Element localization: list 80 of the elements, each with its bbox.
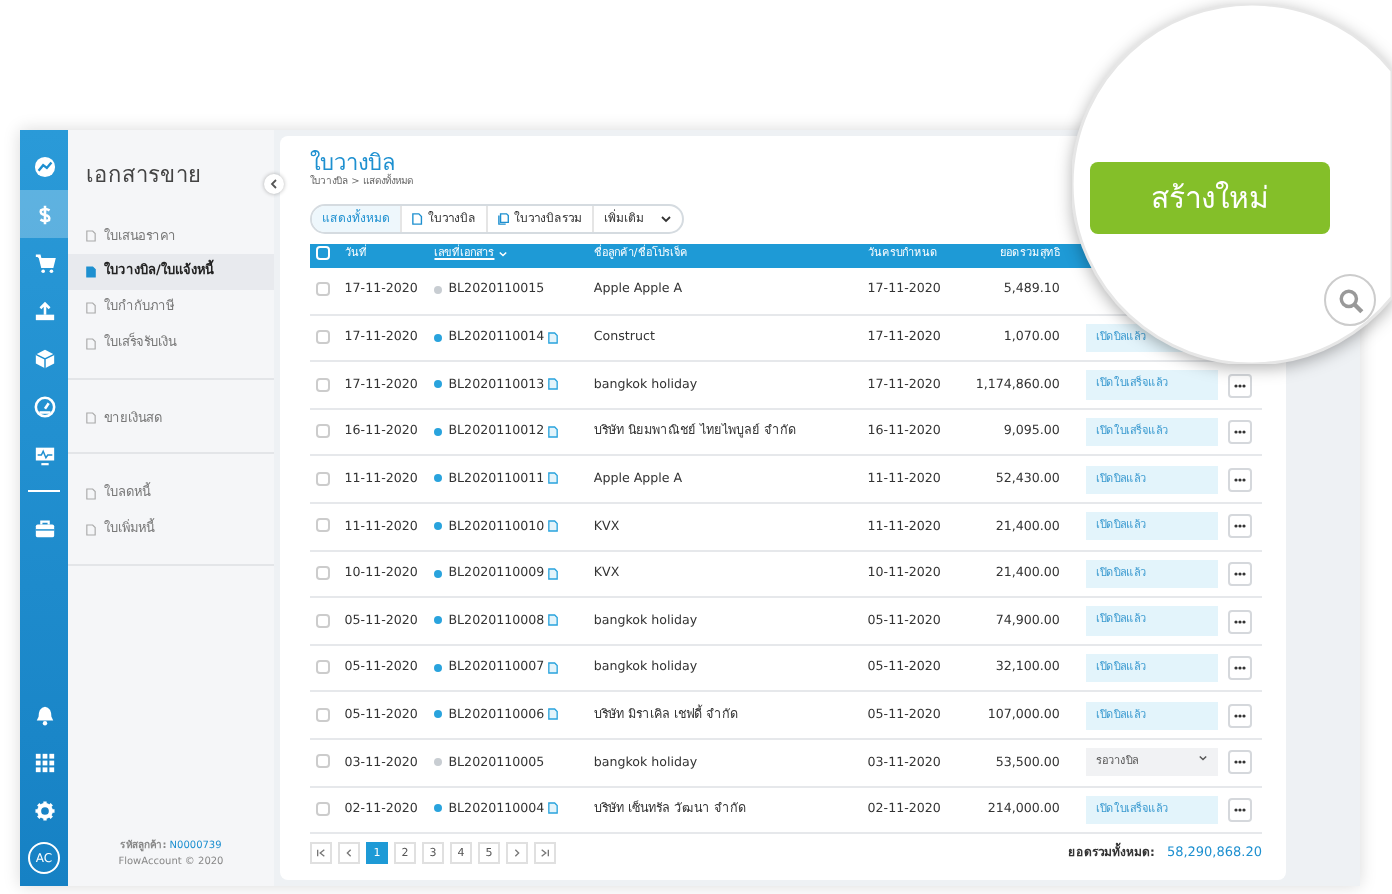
document-icon[interactable] [548, 425, 559, 438]
document-icon[interactable] [548, 567, 559, 580]
more-options-button[interactable] [1227, 420, 1252, 445]
documents-icon [498, 211, 510, 226]
document-icon [86, 337, 96, 350]
row-checkbox[interactable] [316, 518, 330, 533]
ellipsis-icon [1233, 571, 1246, 576]
row-checkbox[interactable] [316, 660, 330, 675]
more-options-button[interactable] [1227, 656, 1252, 681]
document-icon [86, 488, 96, 501]
row-checkbox[interactable] [316, 566, 330, 581]
select-all-checkbox[interactable] [316, 246, 330, 261]
row-checkbox[interactable] [316, 801, 330, 816]
ellipsis-icon [1233, 619, 1246, 624]
document-icon [86, 523, 96, 536]
document-icon[interactable] [548, 331, 559, 344]
next-page-button[interactable] [506, 842, 528, 865]
row-checkbox[interactable] [316, 613, 330, 628]
document-icon [86, 230, 96, 243]
rail-button[interactable] [20, 190, 68, 238]
upload-tray-icon[interactable] [33, 299, 55, 321]
sidebar-title: เอกสารขาย [84, 160, 202, 192]
document-icon [86, 266, 96, 279]
row-checkbox[interactable] [316, 471, 330, 486]
previous-page-button[interactable] [338, 842, 360, 865]
document-icon[interactable] [548, 802, 559, 815]
document-icon [86, 412, 96, 425]
page-title: ใบวางบิล [310, 152, 396, 176]
document-icon [86, 301, 96, 314]
previous-page-icon [344, 848, 354, 859]
first-page-button[interactable] [310, 842, 332, 865]
chevron-left-icon [268, 178, 280, 190]
box-icon[interactable] [33, 347, 55, 369]
logo-icon[interactable] [33, 155, 55, 177]
grid-icon[interactable] [33, 751, 55, 773]
document-icon[interactable] [548, 708, 559, 721]
ellipsis-icon [1233, 807, 1246, 812]
more-options-button[interactable] [1227, 514, 1252, 539]
dollar-icon[interactable] [33, 203, 55, 225]
monitor-icon[interactable] [33, 443, 55, 465]
ellipsis-icon [1233, 430, 1246, 435]
row-checkbox[interactable] [316, 424, 330, 439]
next-page-icon [512, 848, 522, 859]
ellipsis-icon [1233, 713, 1246, 718]
cart-icon[interactable] [33, 251, 55, 273]
ellipsis-icon [1233, 383, 1246, 388]
document-icon[interactable] [548, 472, 559, 485]
briefcase-icon[interactable] [33, 517, 55, 539]
caret-icon [1197, 754, 1208, 763]
more-options-button[interactable] [1227, 750, 1252, 775]
document-icon[interactable] [548, 661, 559, 674]
caret-icon [660, 213, 672, 224]
more-options-button[interactable] [1227, 797, 1252, 822]
document-icon[interactable] [548, 378, 559, 391]
row-checkbox[interactable] [316, 754, 330, 769]
ellipsis-icon [1233, 760, 1246, 765]
last-page-icon [540, 848, 550, 859]
sort-caret-icon[interactable] [497, 249, 508, 258]
more-options-button[interactable] [1227, 561, 1252, 586]
document-icon[interactable] [548, 519, 559, 532]
last-page-button[interactable] [534, 842, 556, 865]
row-checkbox[interactable] [316, 377, 330, 392]
document-icon [412, 211, 424, 226]
bell-icon[interactable] [33, 703, 55, 725]
ellipsis-icon [1233, 524, 1246, 529]
row-checkbox[interactable] [316, 282, 330, 297]
settings-icon[interactable] [33, 799, 55, 821]
collapse-button[interactable] [264, 174, 284, 194]
row-checkbox[interactable] [316, 330, 330, 345]
more-options-button[interactable] [1227, 609, 1252, 634]
more-options-button[interactable] [1227, 373, 1252, 398]
row-checkbox[interactable] [316, 707, 330, 722]
ellipsis-icon [1233, 666, 1246, 671]
gauge-icon[interactable] [33, 395, 55, 417]
document-icon[interactable] [548, 614, 559, 627]
ellipsis-icon [1233, 477, 1246, 482]
search-icon[interactable] [1337, 287, 1363, 313]
first-page-icon [316, 848, 326, 859]
more-options-button[interactable] [1227, 703, 1252, 728]
more-options-button[interactable] [1227, 467, 1252, 492]
